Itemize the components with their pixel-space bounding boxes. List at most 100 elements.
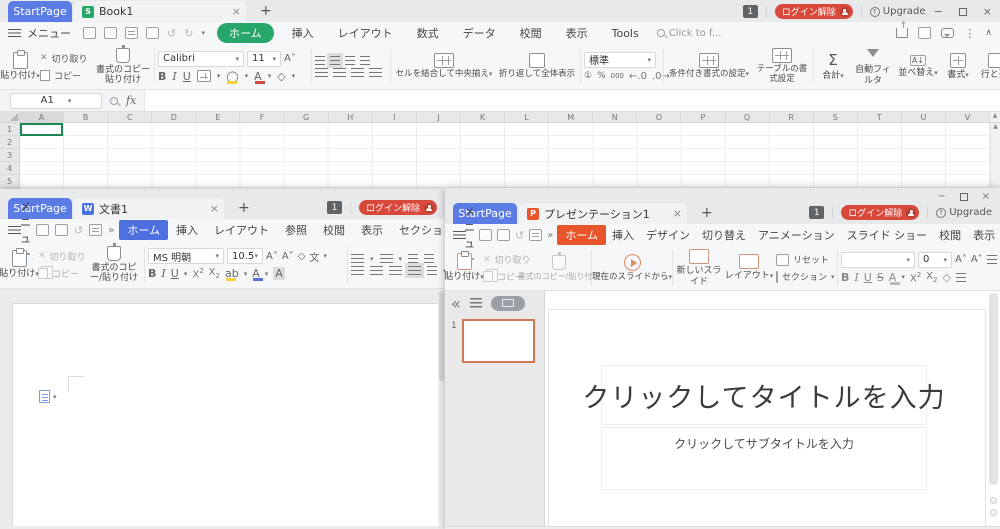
title-placeholder[interactable]: クリックしてタイトルを入力 xyxy=(601,365,927,425)
align-middle-icon[interactable] xyxy=(330,56,340,65)
thumbnail-view-toggle[interactable] xyxy=(491,296,525,311)
print-icon[interactable] xyxy=(125,27,138,39)
column-header[interactable]: V xyxy=(946,112,990,122)
ribbon-tab-home[interactable]: ホーム xyxy=(217,23,274,43)
comma-style-icon[interactable]: 000 xyxy=(611,72,624,80)
format-painter-button[interactable]: 書式のコピー/貼り付け xyxy=(87,244,141,285)
slide-1[interactable]: クリックしてタイトルを入力 クリックしてサブタイトルを入力 xyxy=(548,309,986,529)
align-center-icon[interactable] xyxy=(370,266,383,275)
justify-icon[interactable] xyxy=(408,266,421,275)
close-tab-icon[interactable]: × xyxy=(673,207,682,220)
ribbon-tab-view[interactable]: 表示 xyxy=(971,225,997,245)
bullet-list-icon[interactable] xyxy=(351,254,364,263)
menu-button[interactable]: メニュー xyxy=(27,25,71,41)
ribbon-tab-view[interactable]: 表示 xyxy=(358,220,386,240)
save-icon[interactable] xyxy=(497,229,510,241)
tab-document1[interactable]: W 文書1 × xyxy=(74,198,224,219)
logout-button[interactable]: ログイン解除 xyxy=(841,205,919,220)
highlight-button[interactable]: ab xyxy=(225,267,239,280)
column-header[interactable]: A xyxy=(20,112,64,122)
ribbon-tab-insert[interactable]: 挿入 xyxy=(610,225,636,245)
row-header[interactable]: 4 xyxy=(0,162,19,175)
fill-color-button[interactable]: ◯ xyxy=(226,70,238,83)
number-format-select[interactable]: 標準▾ xyxy=(584,52,656,68)
open-icon[interactable] xyxy=(36,224,49,236)
column-header[interactable]: H xyxy=(329,112,373,122)
save-icon[interactable] xyxy=(55,224,68,236)
ribbon-tab-transitions[interactable]: 切り替え xyxy=(700,225,748,245)
conditional-format-button[interactable]: 条件付き書式の設定▾ xyxy=(667,47,751,86)
column-header[interactable]: G xyxy=(285,112,329,122)
ppt-scrollbar[interactable] xyxy=(989,293,998,485)
font-size-select[interactable]: 0▾ xyxy=(918,252,952,268)
italic-button[interactable]: I xyxy=(172,70,176,83)
autofilter-button[interactable]: 自動フィルタ xyxy=(852,47,894,86)
bullet-list-icon[interactable] xyxy=(987,255,997,264)
italic-button[interactable]: I xyxy=(161,267,165,280)
subscript-icon[interactable]: X2 xyxy=(209,267,220,280)
menu-icon[interactable] xyxy=(453,231,466,240)
ribbon-tab-review[interactable]: 校閲 xyxy=(514,23,548,43)
justify-icon[interactable] xyxy=(369,68,382,77)
save-icon[interactable] xyxy=(104,27,117,39)
print-icon[interactable] xyxy=(89,224,102,236)
shrink-font-icon[interactable]: A˅ xyxy=(971,254,983,265)
increase-decimal-icon[interactable]: ←.0 xyxy=(629,71,647,82)
close-tab-icon[interactable]: × xyxy=(210,202,219,215)
ribbon-tab-home[interactable]: ホーム xyxy=(119,220,168,240)
layout-button[interactable]: レイアウト▾ xyxy=(725,249,773,287)
underline-button[interactable]: U xyxy=(171,267,179,280)
account-badge[interactable]: 1 xyxy=(327,201,342,214)
ribbon-tab-references[interactable]: 参照 xyxy=(282,220,310,240)
tab-startpage[interactable]: StartPage xyxy=(8,198,72,219)
tab-book1[interactable]: S Book1 × xyxy=(74,1,246,22)
command-search[interactable]: Click to f... xyxy=(657,28,722,39)
row-header[interactable]: 1 xyxy=(0,123,19,136)
logout-button[interactable]: ログイン解除 xyxy=(359,200,437,215)
page-tools-float[interactable]: ▾ xyxy=(39,390,57,403)
font-name-select[interactable]: Calibri▾ xyxy=(158,51,244,67)
column-header[interactable]: E xyxy=(196,112,240,122)
collapse-panel-icon[interactable]: « xyxy=(451,294,461,313)
new-tab-button[interactable]: + xyxy=(238,201,250,215)
undo-icon[interactable]: ↺ xyxy=(515,229,524,242)
char-shading-icon[interactable]: A xyxy=(273,267,285,280)
format-painter-button[interactable]: 書式のコピー/貼り付け xyxy=(530,249,588,287)
subtitle-placeholder[interactable]: クリックしてサブタイトルを入力 xyxy=(601,427,927,490)
ribbon-tab-animations[interactable]: アニメーション xyxy=(756,225,837,245)
vertical-scrollbar[interactable]: ▲ xyxy=(990,123,1000,190)
cut-button[interactable]: ✕切り取り xyxy=(38,250,84,263)
outline-view-icon[interactable] xyxy=(470,298,482,308)
column-header[interactable]: U xyxy=(902,112,946,122)
column-header[interactable]: N xyxy=(593,112,637,122)
formula-input[interactable] xyxy=(144,90,1000,111)
tab-startpage[interactable]: StartPage xyxy=(453,203,517,224)
open-icon[interactable] xyxy=(83,27,96,39)
clear-format-icon[interactable]: ◇ xyxy=(298,251,306,262)
grid-scroll-up[interactable]: ▲ xyxy=(990,112,1000,122)
align-right-icon[interactable] xyxy=(351,68,364,77)
bold-button[interactable]: B xyxy=(158,70,166,83)
collapse-ribbon-icon[interactable]: ∧ xyxy=(985,28,992,38)
column-header[interactable]: R xyxy=(770,112,814,122)
name-manager-icon[interactable] xyxy=(110,97,118,105)
ribbon-tab-slideshow[interactable]: スライド ショー xyxy=(845,225,930,245)
ribbon-tab-formula[interactable]: 数式 xyxy=(411,23,445,43)
column-header[interactable]: F xyxy=(240,112,284,122)
rows-cols-button[interactable]: 行と列▾ xyxy=(977,47,1000,86)
comment-icon[interactable] xyxy=(941,28,954,38)
borders-icon[interactable] xyxy=(197,70,211,82)
ribbon-tab-layout[interactable]: レイアウト xyxy=(211,220,272,240)
redo-icon[interactable]: ↻ xyxy=(184,27,193,40)
format-painter-button[interactable]: 書式のコピー貼り付け xyxy=(95,47,151,86)
tab-startpage[interactable]: StartPage xyxy=(8,1,72,22)
merge-center-button[interactable]: セルを結合して中央揃え▾ xyxy=(394,47,494,86)
new-slide-button[interactable]: 新しいスライド xyxy=(676,249,722,287)
underline-button[interactable]: U xyxy=(864,271,872,284)
sort-button[interactable]: A↓ 並べ替え▾ xyxy=(897,47,939,86)
slide-thumbnail-1[interactable] xyxy=(462,319,535,363)
sum-button[interactable]: Σ 合計▾ xyxy=(817,47,849,86)
align-right-icon[interactable] xyxy=(389,266,402,275)
cells-area[interactable] xyxy=(20,123,990,190)
font-size-select[interactable]: 11▾ xyxy=(247,51,281,67)
